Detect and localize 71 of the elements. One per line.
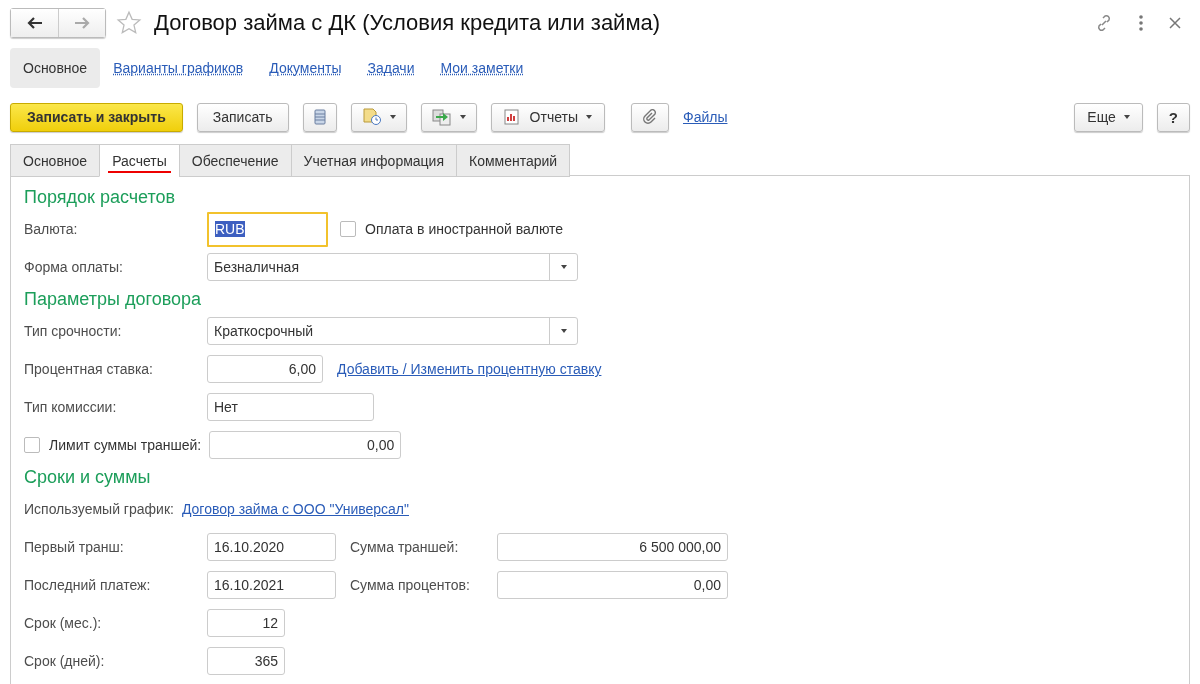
section-title: Параметры договора — [24, 288, 202, 310]
field-label: Срок (мес.): — [24, 615, 103, 631]
document-clock-icon — [361, 108, 382, 126]
documents-arrow-icon — [431, 108, 452, 126]
section-title: Порядок расчетов — [24, 186, 176, 208]
field-label: Сумма процентов: — [350, 577, 471, 593]
files-link[interactable]: Файлы — [683, 109, 728, 125]
reports-menu-button[interactable]: Отчеты — [490, 102, 605, 132]
tab[interactable]: Обеспечение — [178, 144, 292, 177]
attach-button[interactable] — [631, 102, 669, 132]
list-icon — [313, 109, 326, 125]
caret-icon — [586, 115, 592, 119]
field-label: Форма оплаты: — [24, 259, 124, 275]
input-field[interactable]: 0,00 — [497, 571, 728, 599]
input-field[interactable]: RUB — [207, 211, 328, 247]
nav-link[interactable]: Варианты графиков — [100, 48, 257, 88]
input-field[interactable]: 6 500 000,00 — [497, 533, 728, 561]
checkbox-label: Оплата в иностранной валюте — [365, 221, 564, 237]
link[interactable]: Договор займа с ООО "Универсал" — [181, 501, 409, 517]
input-field[interactable]: 16.10.2020 — [207, 533, 336, 561]
field-label: Срок (дней): — [24, 653, 106, 669]
caret-icon — [560, 329, 567, 333]
tab[interactable]: Расчеты — [99, 144, 180, 177]
nav-link[interactable]: Основное — [10, 48, 101, 88]
field-label: Валюта: — [24, 221, 79, 237]
documents-arrow-menu-button[interactable] — [420, 102, 477, 132]
nav-link[interactable]: Задачи — [354, 48, 428, 88]
caret-icon — [389, 115, 396, 119]
caret-icon — [560, 265, 567, 269]
input-field[interactable]: 365 — [207, 647, 285, 675]
dropdown-field[interactable]: Краткосрочный — [207, 317, 578, 345]
nav-link[interactable]: Документы — [256, 48, 355, 88]
input-field[interactable]: 16.10.2021 — [207, 571, 336, 599]
more-options-icon[interactable] — [1138, 13, 1144, 32]
chart-report-icon — [503, 109, 522, 125]
field-label: Используемый график: — [24, 501, 174, 517]
field-label: Тип комиссии: — [24, 399, 118, 415]
input-field[interactable]: Нет — [207, 393, 374, 421]
field-label: Сумма траншей: — [350, 539, 460, 555]
caret-icon — [459, 115, 466, 119]
checkbox[interactable] — [340, 221, 356, 237]
checkbox-label: Лимит суммы траншей: — [49, 437, 202, 453]
field-label: Процентная ставка: — [24, 361, 154, 377]
save-button[interactable]: Записать — [196, 102, 289, 132]
back-arrow-icon — [26, 16, 43, 29]
paperclip-icon — [642, 109, 658, 125]
input-field[interactable]: 0,00 — [209, 431, 402, 459]
document-clock-menu-button[interactable] — [350, 102, 407, 132]
back-button[interactable] — [11, 8, 58, 37]
tab[interactable]: Основное — [10, 144, 101, 177]
checkbox[interactable] — [24, 437, 40, 453]
input-field[interactable]: 12 — [207, 609, 285, 637]
window-title: Договор займа с ДК (Условия кредита или займа) — [154, 9, 661, 36]
caret-icon — [1123, 115, 1130, 119]
save-and-close-button[interactable]: Записать и закрыть — [10, 102, 183, 132]
tab[interactable]: Учетная информация — [290, 144, 457, 177]
list-button[interactable] — [302, 102, 337, 132]
forward-arrow-icon — [74, 16, 90, 29]
more-menu-button[interactable]: Еще — [1074, 102, 1143, 132]
help-button[interactable]: ? — [1156, 102, 1190, 132]
nav-link[interactable]: Мои заметки — [427, 48, 537, 88]
star-icon[interactable] — [116, 9, 142, 36]
tab[interactable]: Комментарий — [456, 144, 571, 177]
field-label: Тип срочности: — [24, 323, 123, 339]
field-label: Первый транш: — [24, 539, 125, 555]
field-label: Последний платеж: — [24, 577, 152, 593]
close-icon[interactable] — [1168, 15, 1182, 30]
section-title: Сроки и суммы — [24, 466, 151, 488]
link[interactable]: Добавить / Изменить процентную ставку — [337, 361, 602, 377]
dropdown-field[interactable]: Безналичная — [207, 253, 578, 281]
input-field[interactable]: 6,00 — [207, 355, 323, 383]
